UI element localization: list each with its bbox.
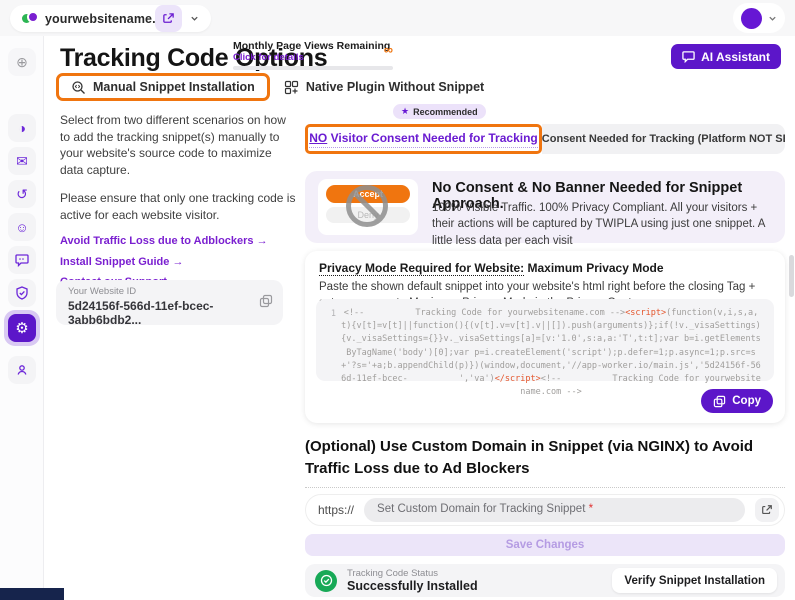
avatar	[741, 8, 762, 29]
privacy-mode-card: Privacy Mode Required for Website: Maxim…	[305, 251, 785, 423]
code-line-number: 1	[320, 307, 336, 373]
link-avoid-traffic-loss[interactable]: Avoid Traffic Loss due to Adblockers →	[60, 235, 298, 247]
account-menu[interactable]	[733, 3, 785, 33]
tab-manual-label: Manual Snippet Installation	[93, 80, 255, 94]
copy-snippet-button[interactable]: Copy	[701, 389, 773, 413]
sidebar-item-visitors[interactable]: ☺	[8, 213, 36, 241]
ai-assistant-button[interactable]: AI Assistant	[671, 44, 781, 69]
script-open-tag: <script>	[625, 308, 666, 318]
privacy-mode-title-rest: Maximum Privacy Mode	[524, 261, 663, 275]
chevron-down-icon	[768, 14, 777, 23]
monthly-views-label: Monthly Page Views Remaining	[233, 40, 393, 52]
sidebar-item-settings-active[interactable]: ⚙	[4, 310, 40, 346]
copy-icon	[713, 395, 726, 408]
success-check-icon	[315, 570, 337, 592]
footer-strip	[0, 588, 64, 600]
status-texts: Tracking Code Status Successfully Instal…	[347, 568, 612, 593]
no-consent-body: 100% Visible Traffic. 100% Privacy Compl…	[432, 200, 779, 249]
plugin-grid-icon	[284, 80, 299, 95]
privacy-mode-title-underlined: Privacy Mode Required for Website:	[319, 261, 524, 276]
star-icon: ★	[401, 106, 409, 117]
tab-native-label: Native Plugin Without Snippet	[306, 80, 484, 94]
sidebar-item-inbox[interactable]: ✉	[8, 147, 36, 175]
monthly-views-details-link[interactable]: Click for details	[233, 52, 393, 63]
circle-plus-icon: ⊕	[16, 54, 28, 71]
open-website-button[interactable]	[155, 5, 182, 32]
custom-domain-row: https:// Set Custom Domain for Tracking …	[305, 494, 785, 526]
custom-domain-heading: (Optional) Use Custom Domain in Snippet …	[305, 436, 785, 488]
sidebar-item-dashboard[interactable]: ◑	[8, 114, 36, 142]
website-id-value: 5d24156f-566d-11ef-bcec-3abb6bdb2...	[68, 299, 271, 327]
sidebar-item-privacy[interactable]	[8, 279, 36, 307]
app-frame: yourwebsitename.com ⊕ ◑ ✉ ↺ ☺	[0, 0, 795, 600]
no-consent-prefix: NO	[309, 131, 327, 145]
chat-bubble-icon	[15, 253, 29, 267]
monthly-views-progressbar	[233, 66, 393, 70]
pie-chart-icon: ◑	[18, 120, 26, 136]
person-pin-icon	[15, 363, 29, 377]
tracking-code-text: <!-- Tracking Code for yourwebsitename.c…	[336, 307, 766, 373]
consent-banner-illustration: Accept Deny	[318, 179, 418, 235]
tab-no-consent[interactable]: NO Visitor Consent Needed for Tracking	[305, 124, 542, 154]
gear-icon: ⚙	[8, 314, 36, 342]
tab-manual-snippet[interactable]: Manual Snippet Installation	[56, 73, 270, 101]
tab-consent-needed[interactable]: Visitor Consent Needed for Tracking (Pla…	[542, 124, 785, 154]
chat-icon	[682, 50, 695, 63]
website-id-card: Your Website ID 5d24156f-566d-11ef-bcec-…	[56, 280, 283, 325]
tracking-code-block[interactable]: 1 <!-- Tracking Code for yourwebsitename…	[316, 299, 774, 381]
consent-needed-label: Visitor Consent Needed for Tracking (Pla…	[542, 133, 785, 145]
tab-native-plugin[interactable]: Native Plugin Without Snippet	[270, 73, 498, 101]
copy-icon	[259, 294, 273, 308]
tracking-status-row: Tracking Code Status Successfully Instal…	[305, 564, 785, 597]
copy-label: Copy	[732, 395, 761, 407]
search-code-icon	[71, 80, 86, 95]
main-content: Tracking Code Options Monthly Page Views…	[44, 36, 795, 600]
new-website-icon[interactable]: ⊕	[8, 48, 36, 76]
recommended-label: Recommended	[413, 107, 478, 117]
topbar: yourwebsitename.com	[0, 0, 795, 36]
intro-paragraph-1: Select from two different scenarios on h…	[60, 112, 298, 178]
monthly-views-widget: Monthly Page Views Remaining Click for d…	[233, 40, 393, 63]
spiral-icon: ↺	[16, 186, 28, 203]
no-consent-info-card: Accept Deny No Consent & No Banner Neede…	[305, 171, 785, 243]
mail-icon: ✉	[16, 153, 28, 170]
protocol-label: https://	[318, 503, 354, 517]
status-label: Tracking Code Status	[347, 568, 612, 579]
status-value: Successfully Installed	[347, 579, 612, 593]
script-close-tag: </script>	[495, 374, 541, 384]
sidebar-item-feedback[interactable]	[8, 246, 36, 274]
ai-assistant-label: AI Assistant	[701, 50, 770, 64]
face-icon: ☺	[15, 220, 28, 235]
sidebar-item-support[interactable]	[8, 356, 36, 384]
intro-paragraph-2: Please ensure that only one tracking cod…	[60, 190, 298, 223]
scrollbar-thumb[interactable]	[789, 255, 794, 297]
external-link-icon	[761, 504, 773, 516]
recommended-badge: ★ Recommended	[393, 104, 486, 119]
link-install-snippet-guide[interactable]: Install Snippet Guide →	[60, 256, 298, 268]
external-link-icon	[162, 12, 175, 25]
consent-tabs: NO Visitor Consent Needed for Tracking V…	[305, 124, 785, 154]
website-favicon-icon	[22, 11, 37, 26]
verify-snippet-button[interactable]: Verify Snippet Installation	[612, 568, 777, 593]
installation-tabs: Manual Snippet Installation Native Plugi…	[56, 73, 498, 101]
sidebar: ⊕ ◑ ✉ ↺ ☺ ⚙	[0, 36, 44, 600]
custom-domain-input-wrap: Set Custom Domain for Tracking Snippet *	[364, 498, 745, 522]
privacy-mode-title: Privacy Mode Required for Website: Maxim…	[319, 261, 771, 275]
chevron-down-icon	[190, 14, 199, 23]
save-changes-button[interactable]: Save Changes	[305, 534, 785, 556]
open-custom-domain-button[interactable]	[755, 498, 779, 522]
infinity-icon: ∞	[384, 42, 393, 57]
shield-check-icon	[15, 286, 29, 300]
sidebar-item-behavior[interactable]: ↺	[8, 180, 36, 208]
copy-website-id-button[interactable]	[259, 294, 273, 313]
prohibition-icon	[346, 185, 388, 227]
no-consent-rest: Visitor Consent Needed for Tracking	[327, 131, 538, 145]
website-id-label: Your Website ID	[68, 286, 271, 297]
custom-domain-input[interactable]	[364, 498, 745, 522]
